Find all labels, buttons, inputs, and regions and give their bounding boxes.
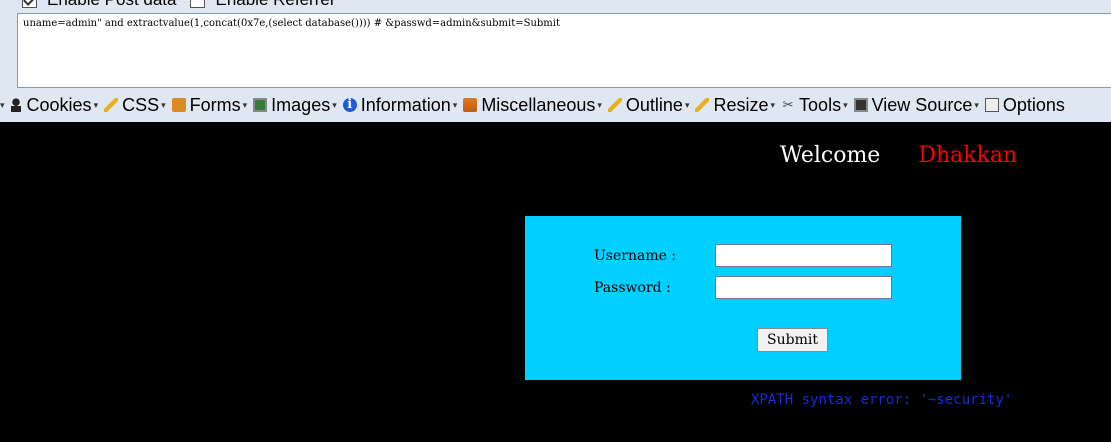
login-form: Username : Password : Submit bbox=[525, 216, 961, 380]
welcome-banner: Welcome Dhakkan bbox=[780, 143, 1017, 168]
toolbar-outline-label: Outline bbox=[625, 94, 683, 115]
toolbar-outline[interactable]: Outline ▾ bbox=[607, 94, 690, 116]
chevron-down-icon: ▾ bbox=[684, 99, 690, 110]
tools-icon: ✂ bbox=[782, 97, 794, 112]
chevron-down-icon: ▾ bbox=[597, 99, 602, 110]
options-icon bbox=[984, 98, 999, 112]
toolbar-cookies-label: Cookies bbox=[26, 94, 92, 115]
chevron-down-icon: ▾ bbox=[161, 99, 166, 110]
submit-button[interactable]: Submit bbox=[757, 328, 828, 352]
toolbar-css-label: CSS bbox=[122, 94, 160, 115]
chevron-down-icon: ▾ bbox=[332, 99, 337, 110]
forms-icon bbox=[171, 98, 186, 112]
toolbar-options-label: Options bbox=[1002, 94, 1065, 115]
toolbar-view-source-label: View Source bbox=[871, 94, 973, 115]
toolbar-images-label: Images bbox=[271, 94, 331, 115]
toolbar-forms-label: Forms bbox=[189, 94, 241, 115]
post-data-textarea[interactable]: uname=admin" and extractvalue(1,concat(0… bbox=[17, 13, 1111, 88]
web-developer-toolbar: ▾ Cookies ▾ CSS ▾ Forms ▾ Images ▾ i Inf… bbox=[0, 92, 1111, 118]
enable-post-data-option[interactable]: Enable Post data bbox=[22, 0, 176, 10]
hackbar-options-row: Enable Post data Enable Referrer bbox=[0, 0, 336, 9]
password-input[interactable] bbox=[715, 276, 892, 299]
pencil-icon bbox=[104, 98, 119, 112]
misc-icon bbox=[463, 98, 478, 112]
enable-post-data-checkbox[interactable] bbox=[22, 0, 37, 8]
password-label: Password : bbox=[594, 280, 671, 296]
hackbar-panel: Enable Post data Enable Referrer uname=a… bbox=[0, 0, 1111, 122]
toolbar-information[interactable]: i Information ▾ bbox=[342, 94, 458, 116]
chevron-down-icon: ▾ bbox=[242, 99, 248, 110]
welcome-text: Welcome bbox=[780, 143, 881, 168]
toolbar-view-source[interactable]: View Source ▾ bbox=[853, 94, 979, 116]
toolbar-miscellaneous-label: Miscellaneous bbox=[481, 94, 596, 115]
toolbar-tools[interactable]: ✂ Tools ▾ bbox=[781, 95, 848, 116]
chevron-down-icon: ▾ bbox=[452, 99, 458, 110]
toolbar-images[interactable]: Images ▾ bbox=[253, 95, 337, 116]
toolbar-information-label: Information bbox=[360, 94, 451, 115]
pencil-icon bbox=[607, 98, 622, 112]
source-icon bbox=[853, 98, 868, 112]
enable-referrer-checkbox[interactable] bbox=[190, 0, 206, 8]
username-input[interactable] bbox=[715, 244, 892, 267]
error-message: XPATH syntax error: '~security' bbox=[751, 392, 1013, 408]
username-label: Username : bbox=[594, 248, 677, 264]
images-icon bbox=[253, 98, 268, 112]
toolbar-resize[interactable]: Resize ▾ bbox=[695, 95, 775, 116]
toolbar-overflow-caret[interactable]: ▾ bbox=[0, 100, 5, 111]
toolbar-miscellaneous[interactable]: Miscellaneous ▾ bbox=[463, 95, 602, 116]
chevron-down-icon: ▾ bbox=[843, 99, 848, 110]
enable-post-data-label: Enable Post data bbox=[47, 0, 176, 10]
toolbar-cookies[interactable]: Cookies ▾ bbox=[8, 94, 99, 116]
toolbar-forms[interactable]: Forms ▾ bbox=[171, 94, 248, 116]
enable-referrer-label: Enable Referrer bbox=[215, 0, 335, 10]
toolbar-css[interactable]: CSS ▾ bbox=[104, 95, 166, 116]
toolbar-tools-label: Tools bbox=[799, 94, 842, 115]
cookie-icon bbox=[8, 98, 23, 112]
info-icon: i bbox=[342, 98, 357, 112]
chevron-down-icon: ▾ bbox=[770, 99, 776, 110]
toolbar-resize-label: Resize bbox=[713, 94, 769, 115]
chevron-down-icon: ▾ bbox=[974, 99, 979, 110]
toolbar-options[interactable]: Options bbox=[984, 94, 1065, 116]
enable-referrer-option[interactable]: Enable Referrer bbox=[190, 0, 336, 10]
pencil-icon bbox=[695, 98, 710, 112]
chevron-down-icon: ▾ bbox=[93, 99, 99, 110]
user-name: Dhakkan bbox=[918, 143, 1018, 168]
